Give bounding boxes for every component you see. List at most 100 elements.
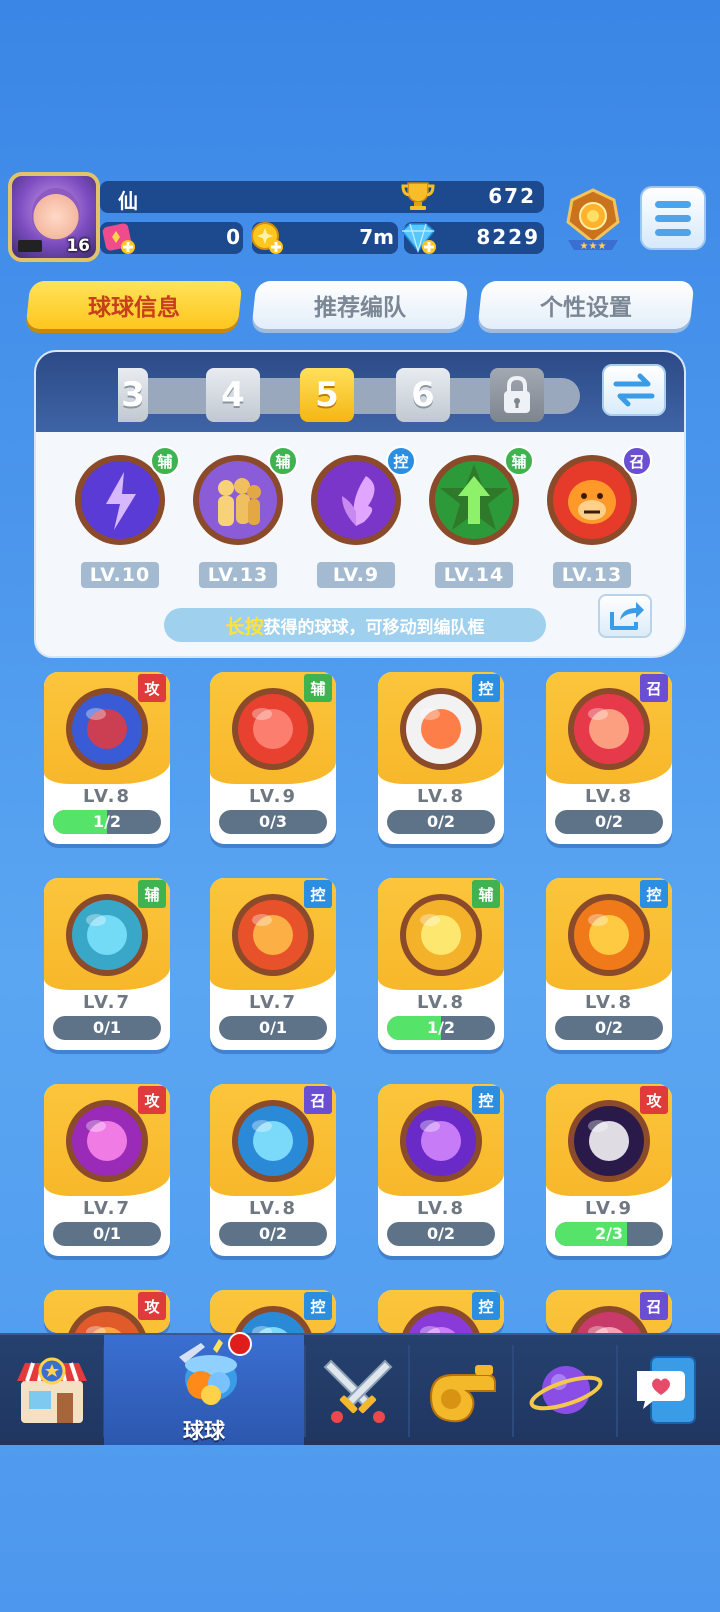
role-tag: 攻 (138, 674, 166, 702)
team-locked-slot[interactable] (490, 368, 544, 422)
ball-card[interactable]: 辅 LV.8 1/2 (378, 878, 504, 1050)
long-press-hint: 长按 获得的球球，可移动到编队框 (164, 608, 546, 642)
role-tag: 攻 (138, 1292, 166, 1320)
nav-balls[interactable]: 球球 (104, 1335, 304, 1445)
team-number-5[interactable]: 5 (300, 368, 354, 422)
tab-ball-info[interactable]: 球球信息 (25, 281, 243, 329)
lock-icon (504, 375, 530, 413)
resource-2-value: 7m (359, 225, 394, 249)
progress-text: 0/3 (258, 812, 288, 831)
ball-card[interactable]: 攻 LV.9 2/3 (546, 1084, 672, 1256)
main-menu-button[interactable] (640, 186, 706, 250)
progress-text: 2/3 (594, 1224, 624, 1243)
ball-card[interactable]: 控 LV.8 0/2 (378, 1084, 504, 1256)
svg-text:★★★: ★★★ (580, 241, 607, 252)
progress-text: 1/2 (92, 812, 122, 831)
upgrade-progress-bar: 0/1 (219, 1016, 327, 1040)
role-tag: 召 (304, 1086, 332, 1114)
chat-heart-icon (637, 1356, 696, 1424)
planet-icon (529, 1366, 603, 1414)
nav-planet[interactable] (514, 1335, 618, 1445)
nav-shop[interactable] (0, 1335, 104, 1445)
progress-text: 0/1 (92, 1018, 122, 1037)
whistle-icon (429, 1365, 496, 1423)
role-tag: 控 (472, 674, 500, 702)
notification-badge (228, 1332, 252, 1356)
progress-text: 0/2 (426, 1224, 456, 1243)
swap-team-button[interactable] (602, 364, 666, 416)
team-panel: 3 4 5 6 辅 LV.10 辅 LV.13 控 LV.9 辅 LV.14 召… (34, 350, 686, 658)
ball-level: LV.8 (249, 1198, 297, 1219)
upgrade-progress-bar: 0/2 (219, 1222, 327, 1246)
ball-card[interactable]: 攻 (44, 1290, 170, 1333)
role-tag: 攻 (640, 1086, 668, 1114)
nav-battle[interactable] (306, 1335, 410, 1445)
ball-card[interactable]: 控 LV.8 0/2 (378, 672, 504, 844)
ball-level: LV.7 (83, 992, 131, 1013)
ball-card[interactable]: 召 LV.8 0/2 (546, 672, 672, 844)
progress-text: 0/1 (258, 1018, 288, 1037)
ball-card[interactable]: 控 (210, 1290, 336, 1333)
swap-arrows-icon (613, 373, 655, 407)
ball-level: LV.8 (417, 992, 465, 1013)
progress-text: 0/2 (594, 812, 624, 831)
role-tag: 召 (640, 1292, 668, 1320)
upgrade-progress-bar: 2/3 (555, 1222, 663, 1246)
upgrade-progress-bar: 0/2 (555, 1016, 663, 1040)
upgrade-progress-bar: 1/2 (387, 1016, 495, 1040)
crossed-swords-icon (323, 1359, 393, 1423)
upgrade-progress-bar: 0/2 (555, 810, 663, 834)
trophy-count: 672 (488, 184, 536, 208)
role-tag: 辅 (304, 674, 332, 702)
ball-card[interactable]: 控 LV.7 0/1 (210, 878, 336, 1050)
ball-card[interactable]: 攻 LV.8 1/2 (44, 672, 170, 844)
share-button[interactable] (598, 594, 652, 638)
team-number-4[interactable]: 4 (206, 368, 260, 422)
ball-level: LV.8 (417, 786, 465, 807)
role-tag: 辅 (504, 446, 534, 476)
ball-card[interactable]: 辅 LV.7 0/1 (44, 878, 170, 1050)
avatar-face (32, 188, 80, 240)
team-ball-level: LV.14 (435, 562, 513, 588)
shop-icon (17, 1357, 87, 1423)
tab-personal-settings[interactable]: 个性设置 (477, 281, 695, 329)
player-avatar[interactable]: 16 (8, 172, 100, 262)
team-number-3[interactable]: 3 (118, 368, 148, 422)
team-ball-level: LV.13 (553, 562, 631, 588)
ball-card[interactable]: 辅 LV.9 0/3 (210, 672, 336, 844)
progress-text: 0/2 (258, 1224, 288, 1243)
coin-plus-icon[interactable] (250, 221, 284, 255)
nav-chat[interactable] (618, 1335, 720, 1445)
role-tag: 辅 (472, 880, 500, 908)
upgrade-progress-bar: 0/1 (53, 1016, 161, 1040)
ball-card[interactable]: 攻 LV.7 0/1 (44, 1084, 170, 1256)
ball-level: LV.9 (249, 786, 297, 807)
diamond-plus-icon[interactable] (398, 221, 438, 255)
rank-badge-icon[interactable]: ★★★ (562, 188, 624, 254)
ball-card[interactable]: 召 LV.8 0/2 (210, 1084, 336, 1256)
ball-level: LV.8 (83, 786, 131, 807)
progress-text: 0/2 (594, 1018, 624, 1037)
nav-whistle[interactable] (410, 1335, 514, 1445)
team-ball-level: LV.10 (81, 562, 159, 588)
ball-level: LV.9 (585, 1198, 633, 1219)
tab-recommended-team[interactable]: 推荐编队 (251, 281, 469, 329)
upgrade-progress-bar: 0/2 (387, 810, 495, 834)
role-tag: 控 (304, 1292, 332, 1320)
upgrade-progress-bar: 0/2 (387, 1222, 495, 1246)
role-tag: 控 (640, 880, 668, 908)
player-level: 16 (66, 236, 90, 256)
team-number-6[interactable]: 6 (396, 368, 450, 422)
hint-key: 长按 (225, 615, 264, 638)
role-tag: 辅 (138, 880, 166, 908)
team-ball-level: LV.9 (317, 562, 395, 588)
player-name: 仙 (118, 189, 138, 213)
role-tag: 控 (472, 1086, 500, 1114)
ball-card[interactable]: 控 LV.8 0/2 (546, 878, 672, 1050)
ticket-plus-icon[interactable] (102, 221, 136, 255)
ball-card[interactable]: 召 (546, 1290, 672, 1333)
ball-card[interactable]: 控 (378, 1290, 504, 1333)
hint-text: 获得的球球，可移动到编队框 (263, 617, 485, 638)
progress-text: 1/2 (426, 1018, 456, 1037)
ball-level: LV.7 (83, 1198, 131, 1219)
